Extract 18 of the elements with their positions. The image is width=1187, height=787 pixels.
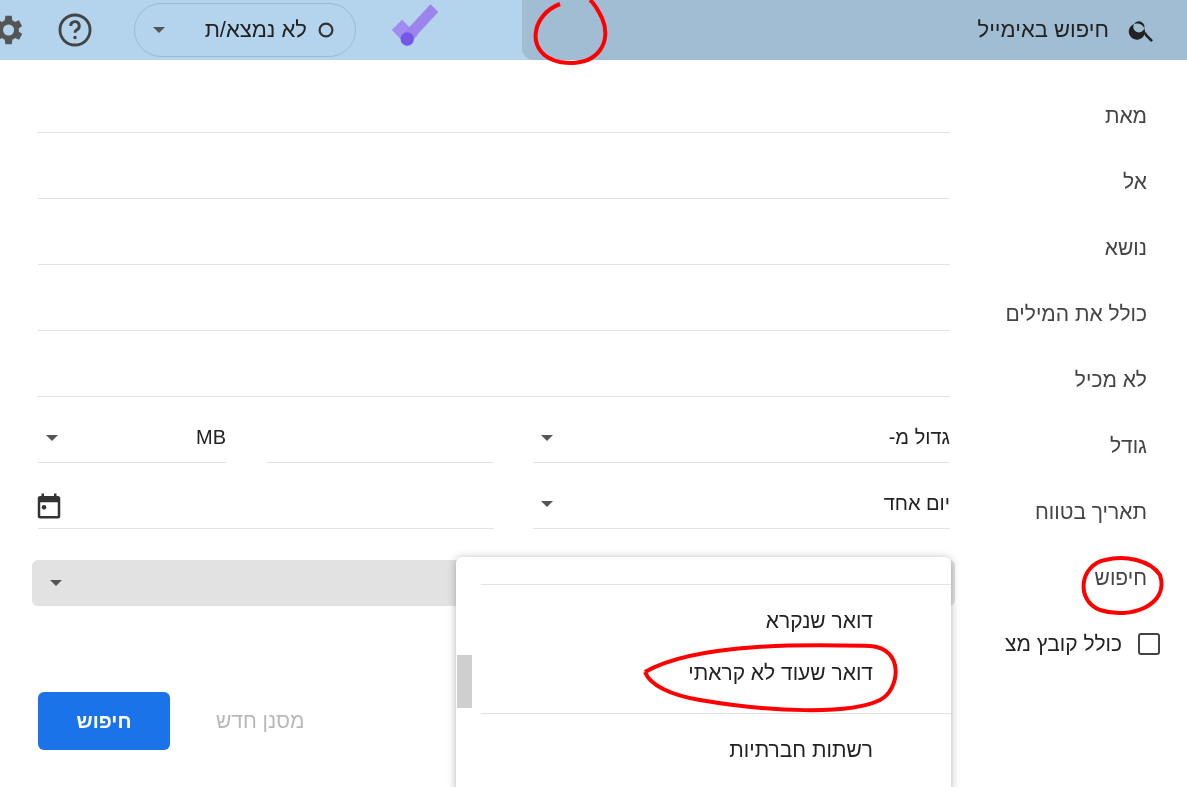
- dropdown-field[interactable]: MB: [38, 413, 226, 463]
- menu-item[interactable]: רשתות חברתיות: [481, 724, 873, 776]
- menu-item[interactable]: דואר שעוד לא קראתי: [481, 647, 873, 699]
- search-placeholder: חיפוש באימייל: [977, 17, 1109, 43]
- field-label: נושא: [1103, 236, 1147, 260]
- field-label: אל: [1122, 170, 1147, 194]
- field-label: תאריך בטווח: [1034, 500, 1147, 524]
- field-label: מאת: [1103, 104, 1147, 128]
- menu-item[interactable]: דואר שנקרא: [481, 595, 873, 647]
- dropdown-field[interactable]: יום אחד: [533, 479, 950, 529]
- field-label: גודל: [1108, 434, 1147, 458]
- field-label: לא מכיל: [1073, 368, 1147, 392]
- field-label: כולל את המילים: [1004, 302, 1147, 326]
- checkbox-label: כולל קובץ מצ: [1004, 632, 1122, 656]
- search-button[interactable]: חיפוש: [38, 692, 170, 750]
- search-field[interactable]: חיפוש באימייל: [522, 0, 1187, 60]
- field-label: חיפוש: [1093, 566, 1147, 590]
- dropdown-field[interactable]: גדול מ-: [533, 413, 950, 463]
